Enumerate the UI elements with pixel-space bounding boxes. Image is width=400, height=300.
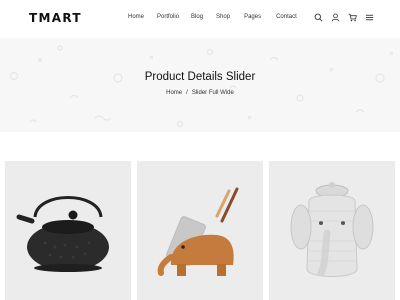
hero-pattern xyxy=(9,45,394,128)
product-card-teapot[interactable] xyxy=(5,161,131,300)
main-nav: Home Portfolio Blog Shop Pages Contact xyxy=(128,14,313,20)
breadcrumb-current: Slider Full Wide xyxy=(191,90,234,96)
elephant-stand-image xyxy=(157,187,239,276)
breadcrumb: Home / Slider Full Wide xyxy=(0,90,400,96)
cart-icon[interactable] xyxy=(348,13,357,22)
nav-item-portfolio[interactable]: Portfolio xyxy=(157,14,179,20)
breadcrumb-separator: / xyxy=(186,90,188,96)
header-icons xyxy=(314,13,374,22)
nav-item-blog[interactable]: Blog xyxy=(191,14,203,20)
product-card-elephant-basket[interactable] xyxy=(269,161,395,300)
breadcrumb-home[interactable]: Home xyxy=(166,90,182,96)
search-icon[interactable] xyxy=(314,13,323,22)
product-card-elephant-stand[interactable] xyxy=(137,161,263,300)
nav-item-pages[interactable]: Pages xyxy=(244,14,261,20)
site-header: TMART Home Portfolio Blog Shop Pages Con… xyxy=(0,0,400,38)
user-icon[interactable] xyxy=(331,13,340,22)
nav-item-contact[interactable]: Contact xyxy=(276,14,297,20)
nav-item-shop[interactable]: Shop xyxy=(216,14,230,20)
page-hero: Product Details Slider Home / Slider Full … xyxy=(0,38,400,132)
nav-item-home[interactable]: Home xyxy=(128,14,144,20)
logo[interactable]: TMART xyxy=(29,11,82,25)
page-title: Product Details Slider xyxy=(144,71,256,83)
menu-icon[interactable] xyxy=(365,13,374,22)
teapot-image xyxy=(16,196,109,272)
elephant-basket-image xyxy=(290,182,374,277)
product-grid xyxy=(5,161,395,300)
